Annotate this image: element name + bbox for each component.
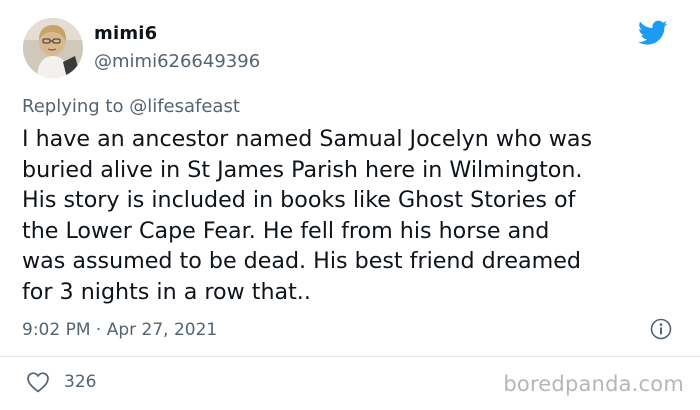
reply-handle-link[interactable]: @lifesafeast xyxy=(129,96,240,117)
like-button[interactable]: 326 xyxy=(26,371,96,393)
replying-to-line: Replying to @lifesafeast xyxy=(22,96,240,117)
author-handle[interactable]: @mimi626649396 xyxy=(94,51,260,72)
avatar-photo xyxy=(23,18,83,78)
author-display-name[interactable]: mimi6 xyxy=(94,23,157,44)
replying-to-label: Replying to xyxy=(22,96,130,117)
avatar[interactable] xyxy=(23,18,83,78)
info-icon[interactable] xyxy=(650,318,672,340)
like-count: 326 xyxy=(64,372,97,392)
tweet-timestamp[interactable]: 9:02 PM · Apr 27, 2021 xyxy=(22,320,217,340)
twitter-bird-icon[interactable] xyxy=(638,20,668,46)
heart-icon xyxy=(27,372,49,393)
divider xyxy=(0,356,700,357)
watermark: boredpanda.com xyxy=(503,372,684,396)
tweet-text: I have an ancestor named Samual Jocelyn … xyxy=(22,126,593,305)
